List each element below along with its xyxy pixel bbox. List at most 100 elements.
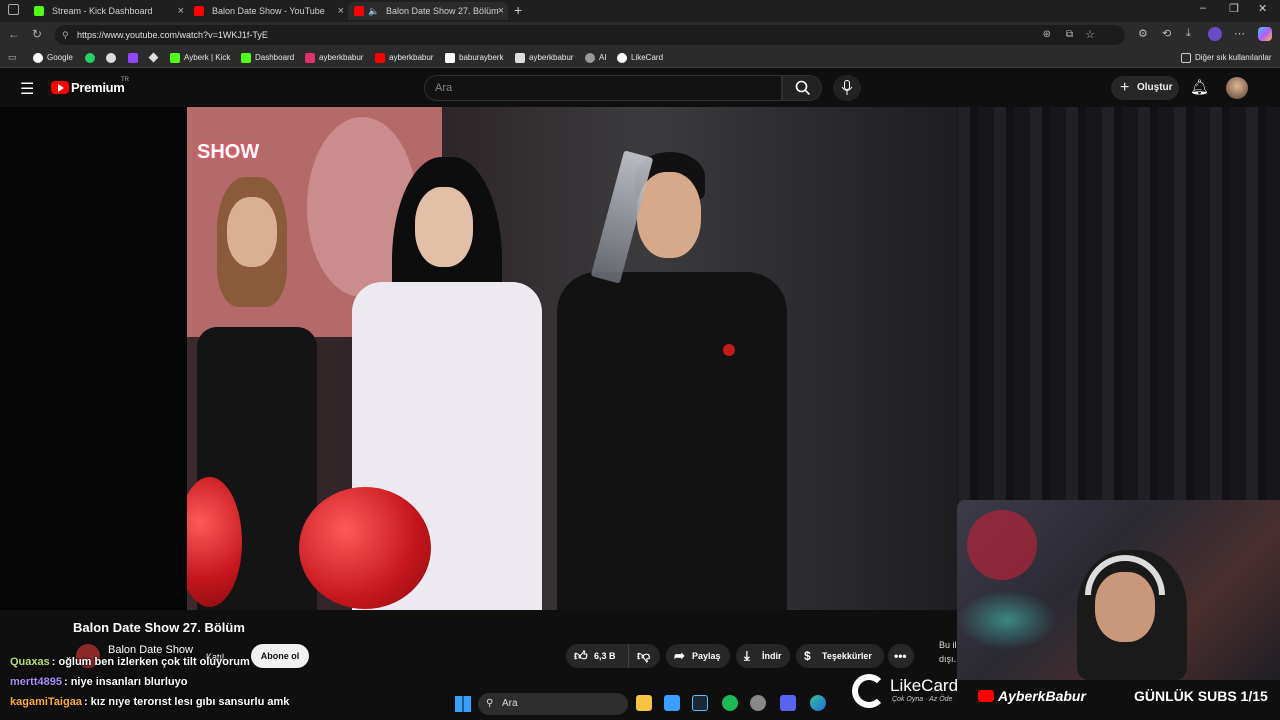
tab-youtube-video[interactable]: 🔈 Balon Date Show 27. Bölüm × [348,2,508,20]
close-icon[interactable]: × [498,2,504,20]
more-icon: ••• [894,649,907,663]
whatsapp-icon[interactable] [85,53,95,63]
youtube-handle-overlay: AyberkBabur [978,688,1086,704]
balloon-center [299,487,431,609]
like-button[interactable]: 👍︎ 6,3 B [566,644,626,668]
kick-icon [170,53,180,63]
notifications-bell-icon[interactable]: 🔔︎ [1190,78,1209,96]
other-bookmarks-folder[interactable]: Diğer sık kullanılanlar [1181,51,1271,65]
reload-icon[interactable]: ↻ [32,27,42,41]
channel-name[interactable]: Balon Date Show [108,644,193,656]
instagram-icon [305,53,315,63]
edge-icon[interactable] [810,695,826,711]
thanks-button[interactable]: $ Teşekkürler [796,644,884,668]
dislike-button[interactable]: 👎︎ [628,644,660,668]
logo-region: TR [121,77,129,83]
hamburger-menu-icon[interactable]: ☰ [20,79,34,99]
tab-kick-dashboard[interactable]: Stream - Kick Dashboard × [28,2,188,20]
photos-icon[interactable] [664,695,680,711]
bookmark-x[interactable]: baburayberk [445,51,503,65]
folder-icon [1181,53,1191,63]
url-field[interactable]: ⚲ https://www.youtube.com/watch?v=1WKJ1f… [55,25,1125,45]
microphone-icon [841,80,853,95]
like-count: 6,3 B [594,651,616,661]
bookmark-ayberk-kick[interactable]: Ayberk | Kick [170,51,230,65]
history-icon[interactable]: ⟲ [1162,27,1171,40]
discord-icon[interactable] [780,695,796,711]
bookmarks-bar: ▭ Google Ayberk | Kick Dashboard ayberkb… [0,48,1280,68]
close-window-icon[interactable]: ✕ [1258,2,1267,15]
kick-icon [241,53,251,63]
likecard-c-icon [852,674,886,708]
profile-avatar[interactable] [1208,27,1222,41]
download-button[interactable]: ⤓ İndir [736,644,790,668]
share-label: Paylaş [692,651,721,661]
chrome-icon[interactable] [106,53,116,63]
like-dislike-group: 👍︎ 6,3 B 👎︎ [566,644,660,668]
thanks-label: Teşekkürler [822,651,872,661]
download-icon: ⤓ [744,648,750,663]
minimize-icon[interactable]: – [1200,2,1206,14]
favorite-star-icon[interactable]: ☆ [1085,25,1095,45]
bookmark-ai[interactable]: AI [585,51,607,65]
bookmark-likecard[interactable]: LikeCard [617,51,663,65]
youtube-favicon-icon [354,6,364,16]
subscribe-button[interactable]: Abone ol [251,644,309,668]
download-icon[interactable]: ⤓ [1186,27,1191,40]
more-menu-icon[interactable]: ⋯ [1234,27,1245,40]
split-screen-icon[interactable]: ⧉ [1066,25,1073,45]
wall-art [967,510,1037,580]
tab-actions-icon[interactable] [8,4,19,15]
windows-start-icon[interactable] [455,696,471,712]
bookmark-instagram[interactable]: ayberkbabur [305,51,363,65]
collections-icon[interactable]: ▭ [8,52,17,63]
person-right [547,150,797,610]
share-icon: ➦ [674,648,685,663]
maximize-icon[interactable]: ❐ [1229,2,1239,15]
chat-username: kagamiTaigaa [10,696,82,708]
account-avatar[interactable] [1226,77,1248,99]
taskbar-search-input[interactable]: ⚲ Ara [478,693,628,715]
bookmark-google[interactable]: Google [33,51,73,65]
address-bar-row: ← ↻ ⚲ https://www.youtube.com/watch?v=1W… [0,22,1280,48]
extension-icon[interactable]: ⊛ [1043,25,1051,45]
file-explorer-icon[interactable] [636,695,652,711]
search-button[interactable] [782,75,822,101]
back-icon[interactable]: ← [8,27,20,41]
copilot-icon[interactable] [1258,27,1272,41]
speaker-icon[interactable]: 🔈 [368,2,379,20]
share-button[interactable]: ➦ Paylaş [666,644,730,668]
bookmark-youtube[interactable]: ayberkbabur [375,51,433,65]
spotify-icon[interactable] [722,695,738,711]
close-icon[interactable]: × [178,2,184,20]
search-input[interactable]: Ara [424,75,782,101]
plus-icon: + [1120,79,1130,96]
create-button[interactable]: + Oluştur [1111,76,1179,100]
chat-text: : kız nıye terorıst lesı gıbı sansurlu a… [83,696,290,708]
likecard-name: LikeCard [890,676,959,695]
likecard-logo: LikeCard Çok Oyna · Az Öde [852,672,972,712]
chat-username: Quaxas [10,656,50,668]
more-actions-button[interactable]: ••• [888,644,914,668]
voice-search-button[interactable] [833,75,861,101]
side-note-line: Bu il [939,640,957,650]
windows-taskbar: ⚲ Ara [450,690,840,718]
close-icon[interactable]: × [338,2,344,20]
google-icon [33,53,43,63]
tab-youtube-channel[interactable]: Balon Date Show - YouTube × [188,2,348,20]
likecard-tagline: Çok Oyna · Az Öde [892,696,953,703]
twitch-icon[interactable] [128,53,138,63]
app-icon[interactable] [750,695,766,711]
bookmark-diamond-icon[interactable] [148,52,159,63]
bookmark-tiktok[interactable]: ayberkbabur [515,51,573,65]
chat-message: kagamiTaigaa: kız nıye terorıst lesı gıb… [10,696,289,708]
site-info-icon[interactable]: ⚲ [62,25,69,45]
steam-icon[interactable] [692,695,708,711]
tiktok-icon [515,53,525,63]
download-label: İndir [762,651,782,661]
webcam-overlay [957,500,1280,680]
extensions-icon[interactable]: ⚙ [1138,27,1148,40]
new-tab-button[interactable]: + [514,2,522,18]
bookmark-dashboard[interactable]: Dashboard [241,51,294,65]
youtube-header: ☰ Premium TR Ara + Oluştur 🔔︎ [0,69,1280,107]
